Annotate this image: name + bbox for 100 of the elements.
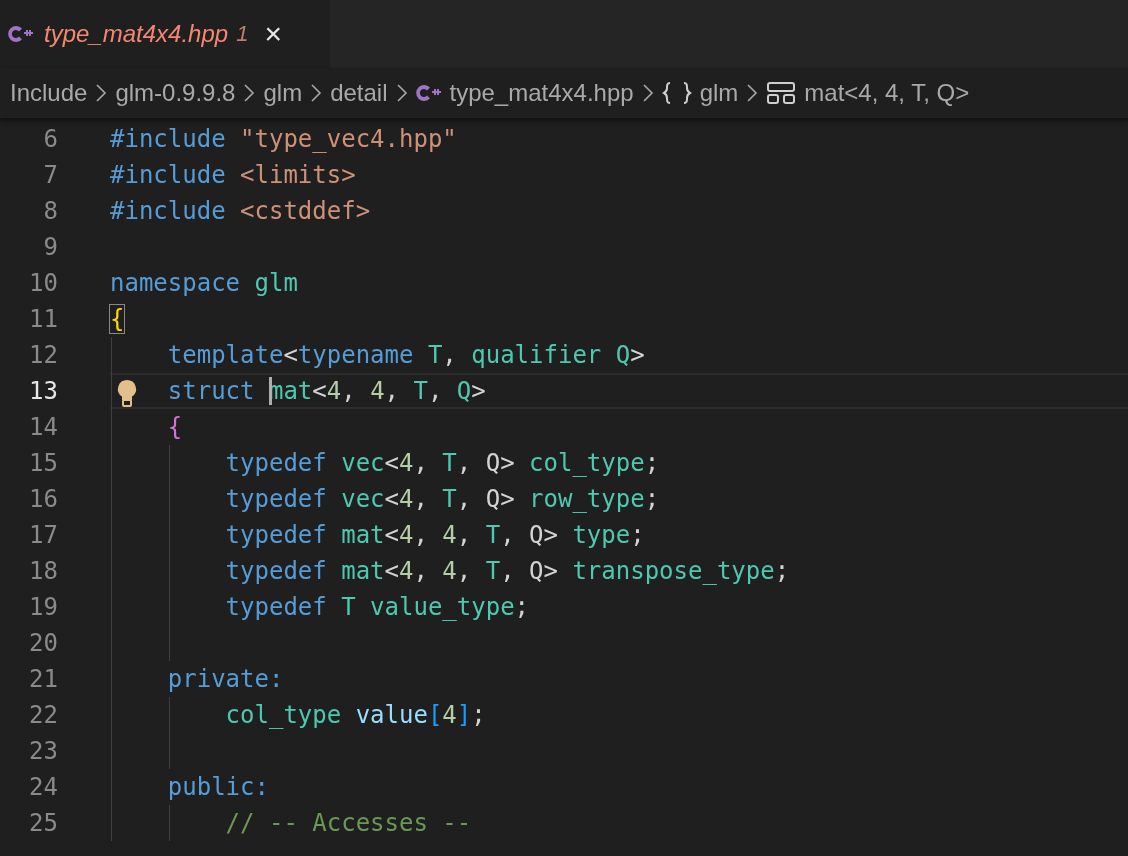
line-number: 21 [28,664,58,695]
line-number: 7 [42,160,58,191]
code-token: T [485,521,501,549]
code-token: ; [644,449,660,477]
code-token: > [471,377,486,405]
code-token: #include [110,125,227,153]
code-token: 4 [399,521,414,549]
line-number: 6 [42,124,58,155]
code-token: 4 [399,485,414,513]
code-token: { [110,305,125,333]
line-number: 13 [28,376,58,407]
code-token: , Q> [500,521,559,549]
code-token: , Q> [456,485,516,513]
line-number: 25 [28,808,58,839]
code-token: type [572,521,631,549]
chevron-icon [641,83,654,103]
code-token: typedef [225,557,328,585]
code-token: 4 [399,557,414,585]
editor-tab[interactable]: type_mat4x4.hpp 1 × [0,0,330,68]
code-token: < [384,449,399,477]
breadcrumb-item[interactable]: detail [330,79,388,107]
code-token: value [355,701,428,729]
tab-title: type_mat4x4.hpp [44,20,229,48]
code-token: T [413,377,428,405]
code-token: public: [167,773,269,801]
breadcrumb-item[interactable]: glm-0.9.9.8 [115,79,236,107]
code-token: < [312,377,327,405]
line-number: 10 [28,268,58,299]
cpp-file-icon [8,23,34,45]
code-token: typedef [225,449,328,477]
code-token: mat [341,557,385,585]
code-token: mat [341,521,385,549]
line-number: 15 [28,448,58,479]
code-token: transpose_type [572,557,775,585]
line-number: 20 [28,628,58,659]
code-token: 4 [370,377,385,405]
breadcrumb-item[interactable]: glm [263,79,303,107]
code-token: < [384,557,399,585]
code-token: #include [110,161,227,189]
code-token: ] [456,701,472,729]
code-token: 4 [442,557,457,585]
code-token: , [456,521,473,549]
chevron-icon [243,83,256,103]
breadcrumb-item[interactable]: Include [10,79,88,107]
line-number: 9 [42,232,58,263]
code-token: ; [644,485,660,513]
code-token: col_type [225,701,343,729]
code-token: , [413,449,429,477]
code-token: vec [341,449,385,477]
line-number: 16 [28,484,58,515]
code-token: // -- Accesses -- [225,809,472,837]
line-number: 8 [42,196,58,227]
braces-icon [661,81,692,105]
chevron-icon [395,83,408,103]
lightbulb-icon[interactable] [116,379,138,407]
code-token: <limits> [240,161,356,189]
code-token: { [167,413,183,441]
cpp-file-icon [415,82,442,104]
close-button[interactable]: × [264,19,282,49]
code-token: , [384,377,401,405]
code-token: #include [110,197,227,225]
code-token: col_type [529,449,645,477]
code-token: 4 [399,449,414,477]
code-token: [ [427,701,443,729]
code-token: row_type [529,485,645,513]
chevron-icon [310,83,323,103]
code-token: 4 [326,377,342,405]
code-token: ; [514,593,530,621]
code-token: 4 [442,521,457,549]
code-token: , [456,557,473,585]
code-token: template [167,341,284,369]
code-token: private: [167,665,284,693]
breadcrumb-item[interactable]: glm [661,79,739,107]
code-token: typedef [225,521,328,549]
code-token: typedef [225,593,328,621]
code-token: "type_vec4.hpp" [240,125,457,153]
code-token: , [442,341,458,369]
problem-count: 1 [236,21,249,47]
line-number: 11 [28,304,58,335]
code-token: 4 [442,701,457,729]
code-token: vec [341,485,385,513]
breadcrumb-item[interactable]: mat<4, 4, T, Q> [766,79,970,107]
code-token: ; [471,701,486,729]
code-token: T [427,341,443,369]
code-token: , [427,377,444,405]
code-token: < [384,485,399,513]
code-token: T [485,557,501,585]
code-token: < [384,521,399,549]
code-token: <cstddef> [240,197,371,225]
code-token: , Q> [500,557,559,585]
code-token: T value_type [341,593,515,621]
code-token: , Q> [456,449,516,477]
code-token: > [630,341,645,369]
line-number: 23 [28,736,58,767]
line-number: 19 [28,592,58,623]
line-number: 14 [28,412,58,443]
breadcrumb-item[interactable]: type_mat4x4.hpp [415,79,634,107]
code-token: T [442,485,457,513]
code-token: , [413,485,429,513]
code-token: namespace [110,269,242,297]
